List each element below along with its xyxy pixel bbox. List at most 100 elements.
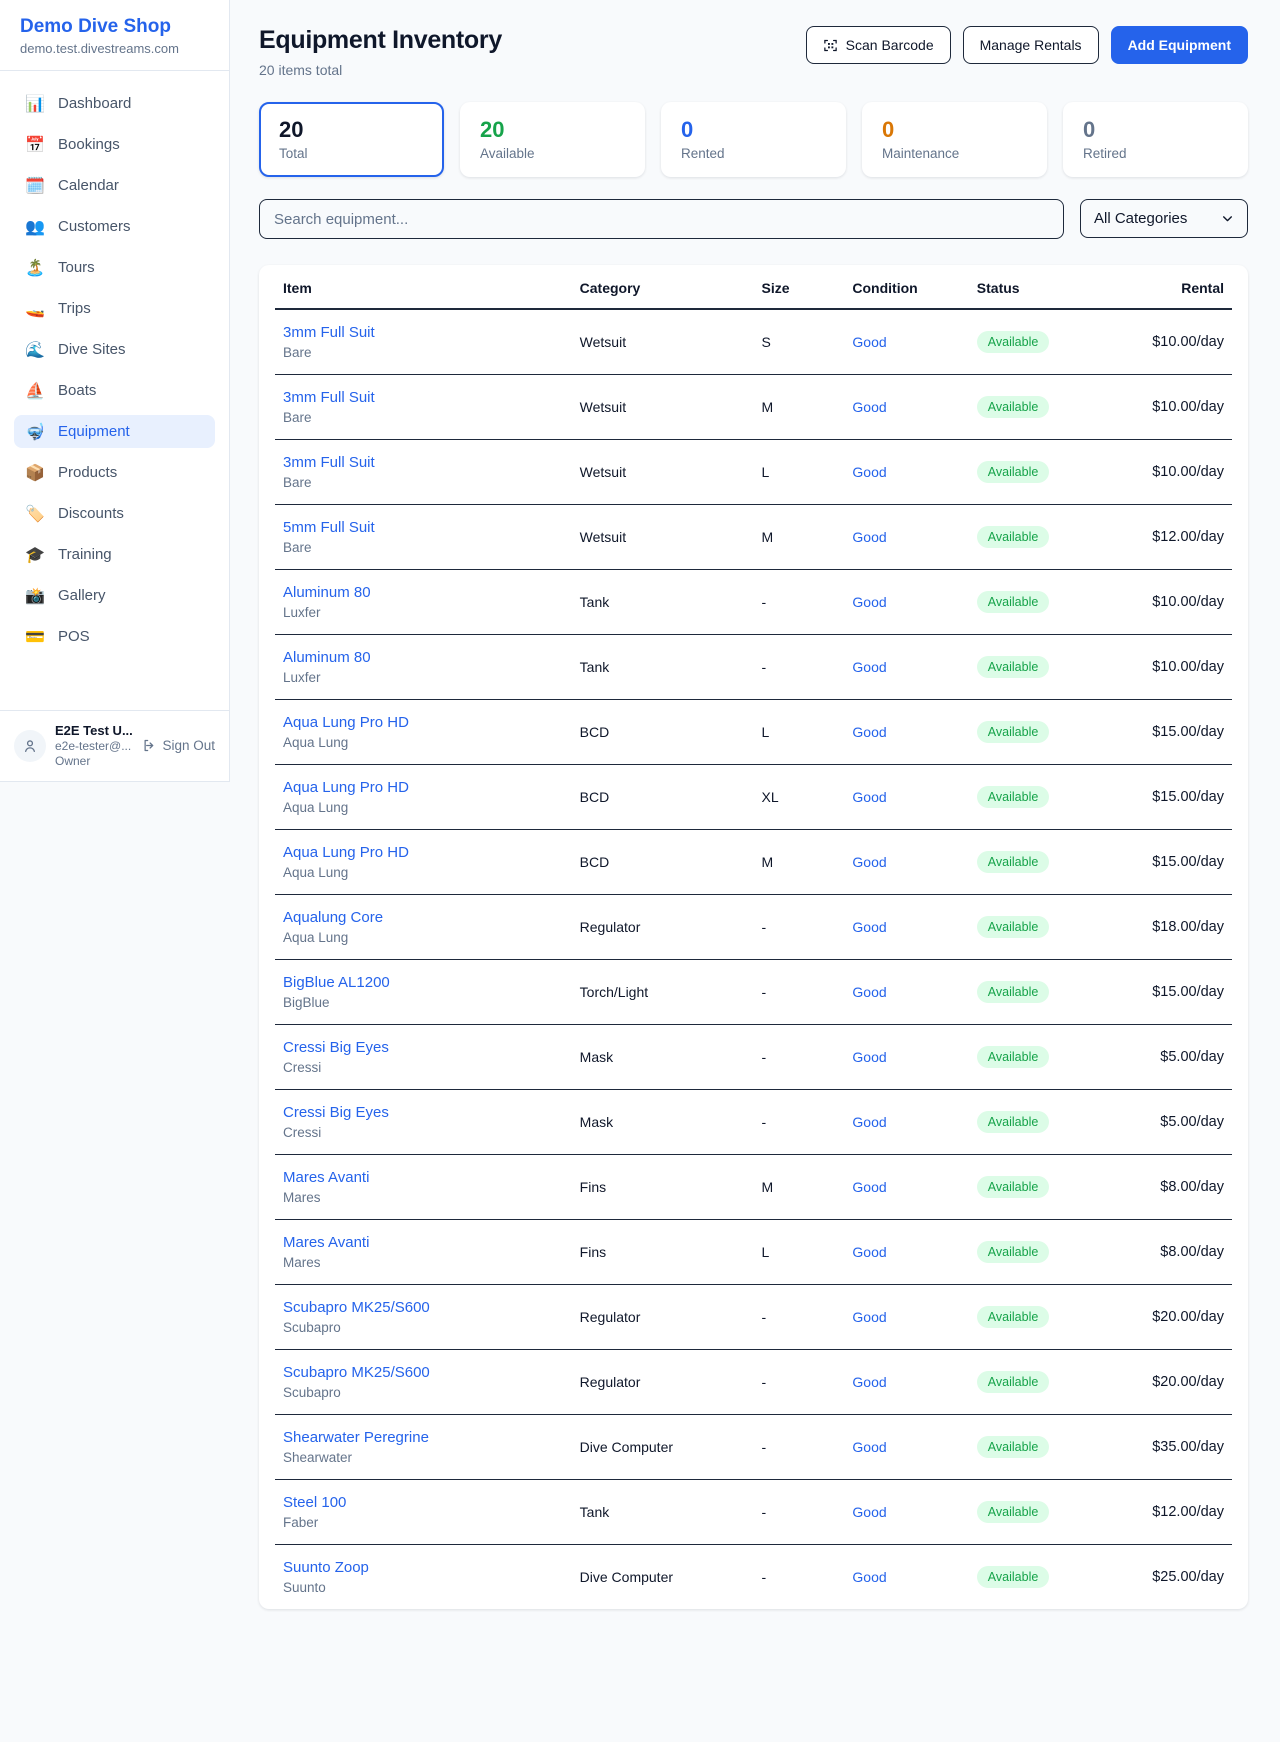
gallery-camera-icon: 📸 [25, 586, 45, 605]
item-category: Regulator [572, 895, 754, 960]
status-badge: Available [977, 656, 1050, 678]
item-brand: Mares [283, 1190, 564, 1205]
sidebar-item-customers[interactable]: 👥 Customers [14, 210, 215, 243]
sidebar-item-tours[interactable]: 🏝️ Tours [14, 251, 215, 284]
sidebar-item-pos[interactable]: 💳 POS [14, 620, 215, 653]
item-name-link[interactable]: 3mm Full Suit [283, 389, 564, 406]
category-select[interactable]: All Categories [1080, 199, 1248, 238]
item-name-link[interactable]: Suunto Zoop [283, 1559, 564, 1576]
status-badge: Available [977, 1566, 1050, 1588]
table-row: 3mm Full Suit Bare Wetsuit M Good Availa… [275, 375, 1232, 440]
condition-link[interactable]: Good [852, 789, 886, 805]
table-row: 5mm Full Suit Bare Wetsuit M Good Availa… [275, 505, 1232, 570]
condition-link[interactable]: Good [852, 1309, 886, 1325]
item-name-link[interactable]: 5mm Full Suit [283, 519, 564, 536]
table-row: Scubapro MK25/S600 Scubapro Regulator - … [275, 1350, 1232, 1415]
brand-name[interactable]: Demo Dive Shop [20, 16, 209, 38]
item-size: L [753, 1220, 844, 1285]
condition-link[interactable]: Good [852, 1569, 886, 1585]
condition-link[interactable]: Good [852, 854, 886, 870]
condition-link[interactable]: Good [852, 1244, 886, 1260]
sidebar-item-equipment[interactable]: 🤿 Equipment [14, 415, 215, 448]
sidebar-item-bookings[interactable]: 📅 Bookings [14, 128, 215, 161]
bookings-calendar-icon: 📅 [25, 135, 45, 154]
item-name-link[interactable]: Aluminum 80 [283, 649, 564, 666]
item-name-link[interactable]: Shearwater Peregrine [283, 1429, 564, 1446]
rental-price: $18.00/day [1122, 895, 1232, 960]
stat-card-retired[interactable]: 0 Retired [1063, 102, 1248, 177]
trips-boat-icon: 🚤 [25, 299, 45, 318]
item-name-link[interactable]: Scubapro MK25/S600 [283, 1299, 564, 1316]
item-size: - [753, 1090, 844, 1155]
manage-rentals-button[interactable]: Manage Rentals [963, 26, 1099, 64]
item-name-link[interactable]: Mares Avanti [283, 1169, 564, 1186]
sidebar-item-dashboard[interactable]: 📊 Dashboard [14, 87, 215, 120]
item-name-link[interactable]: Aqua Lung Pro HD [283, 844, 564, 861]
condition-link[interactable]: Good [852, 1179, 886, 1195]
condition-link[interactable]: Good [852, 984, 886, 1000]
sidebar-item-trips[interactable]: 🚤 Trips [14, 292, 215, 325]
item-name-link[interactable]: Mares Avanti [283, 1234, 564, 1251]
item-category: Fins [572, 1220, 754, 1285]
sidebar-item-training[interactable]: 🎓 Training [14, 538, 215, 571]
item-size: M [753, 830, 844, 895]
item-name-link[interactable]: 3mm Full Suit [283, 454, 564, 471]
condition-link[interactable]: Good [852, 594, 886, 610]
condition-link[interactable]: Good [852, 1114, 886, 1130]
condition-link[interactable]: Good [852, 399, 886, 415]
sidebar-item-dive-sites[interactable]: 🌊 Dive Sites [14, 333, 215, 366]
search-input[interactable] [259, 199, 1064, 239]
sign-out-button[interactable]: Sign Out [142, 738, 215, 753]
status-badge: Available [977, 1046, 1050, 1068]
sign-out-icon [142, 738, 157, 753]
dashboard-icon: 📊 [25, 94, 45, 113]
item-category: BCD [572, 765, 754, 830]
stat-card-rented[interactable]: 0 Rented [661, 102, 846, 177]
table-row: Shearwater Peregrine Shearwater Dive Com… [275, 1415, 1232, 1480]
item-name-link[interactable]: Aqualung Core [283, 909, 564, 926]
scan-barcode-button[interactable]: Scan Barcode [806, 26, 951, 64]
status-badge: Available [977, 916, 1050, 938]
stat-card-total[interactable]: 20 Total [259, 102, 444, 177]
sidebar-item-discounts[interactable]: 🏷️ Discounts [14, 497, 215, 530]
sidebar-item-gallery[interactable]: 📸 Gallery [14, 579, 215, 612]
condition-link[interactable]: Good [852, 464, 886, 480]
page-title: Equipment Inventory [259, 26, 502, 55]
sidebar-item-boats[interactable]: ⛵ Boats [14, 374, 215, 407]
status-badge: Available [977, 1111, 1050, 1133]
customers-icon: 👥 [25, 217, 45, 236]
item-category: Torch/Light [572, 960, 754, 1025]
sidebar-item-products[interactable]: 📦 Products [14, 456, 215, 489]
item-name-link[interactable]: Cressi Big Eyes [283, 1104, 564, 1121]
stat-card-available[interactable]: 20 Available [460, 102, 645, 177]
table-row: BigBlue AL1200 BigBlue Torch/Light - Goo… [275, 960, 1232, 1025]
item-name-link[interactable]: Cressi Big Eyes [283, 1039, 564, 1056]
condition-link[interactable]: Good [852, 1049, 886, 1065]
condition-link[interactable]: Good [852, 1439, 886, 1455]
item-name-link[interactable]: Aqua Lung Pro HD [283, 779, 564, 796]
table-row: Cressi Big Eyes Cressi Mask - Good Avail… [275, 1090, 1232, 1155]
item-name-link[interactable]: Aluminum 80 [283, 584, 564, 601]
item-name-link[interactable]: Scubapro MK25/S600 [283, 1364, 564, 1381]
add-equipment-button[interactable]: Add Equipment [1111, 26, 1248, 64]
item-name-link[interactable]: BigBlue AL1200 [283, 974, 564, 991]
condition-link[interactable]: Good [852, 919, 886, 935]
condition-link[interactable]: Good [852, 1374, 886, 1390]
rental-price: $5.00/day [1122, 1025, 1232, 1090]
condition-link[interactable]: Good [852, 659, 886, 675]
chevron-down-icon [1221, 212, 1234, 225]
item-brand: Cressi [283, 1125, 564, 1140]
item-name-link[interactable]: Aqua Lung Pro HD [283, 714, 564, 731]
condition-link[interactable]: Good [852, 529, 886, 545]
item-brand: Bare [283, 540, 564, 555]
item-category: Tank [572, 1480, 754, 1545]
condition-link[interactable]: Good [852, 334, 886, 350]
stat-card-maintenance[interactable]: 0 Maintenance [862, 102, 1047, 177]
sidebar-item-calendar[interactable]: 🗓️ Calendar [14, 169, 215, 202]
sidebar-nav: 📊 Dashboard 📅 Bookings 🗓️ Calendar 👥 Cus… [0, 70, 229, 710]
item-category: Wetsuit [572, 505, 754, 570]
item-name-link[interactable]: Steel 100 [283, 1494, 564, 1511]
item-name-link[interactable]: 3mm Full Suit [283, 324, 564, 341]
condition-link[interactable]: Good [852, 1504, 886, 1520]
condition-link[interactable]: Good [852, 724, 886, 740]
